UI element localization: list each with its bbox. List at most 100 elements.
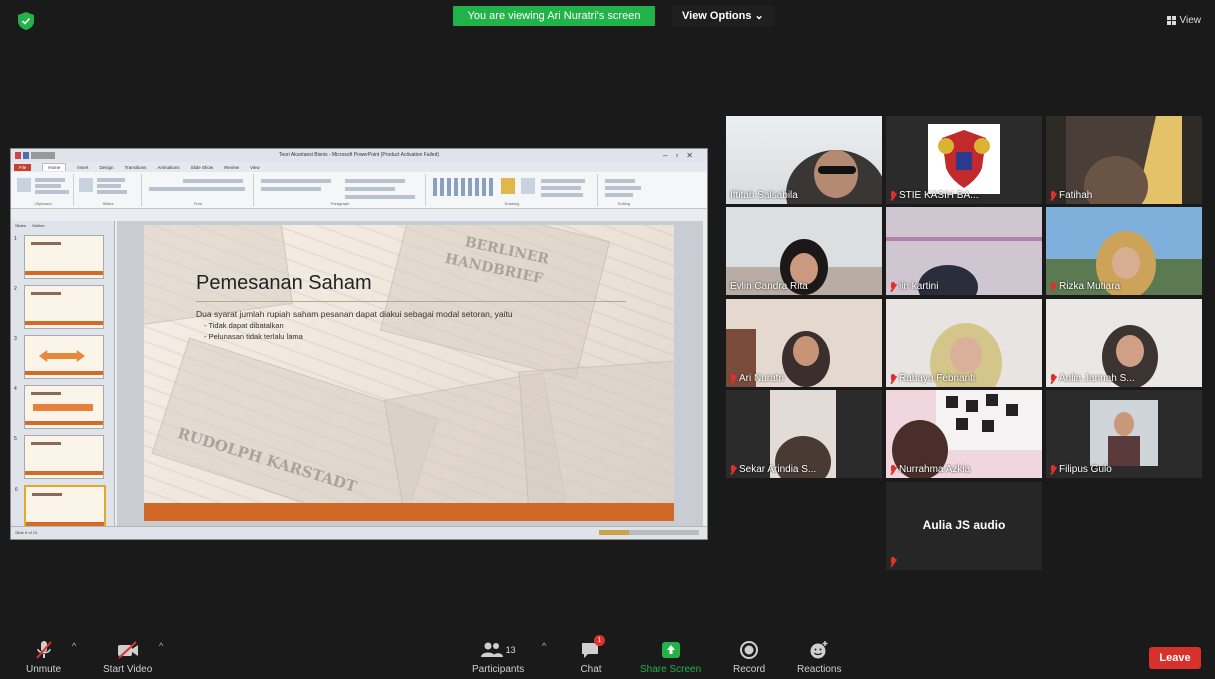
participant-tile[interactable]: Sekar Arindia S... [726, 390, 882, 478]
ppt-tab-file: File [14, 163, 32, 171]
viewing-screen-banner: You are viewing Ari Nuratri's screen [453, 6, 655, 26]
ribbon-group-clipboard: Clipboard [13, 174, 74, 206]
reactions-label: Reactions [797, 664, 842, 675]
participant-tile[interactable]: Nurrahma Azkia [886, 390, 1042, 478]
participant-tile[interactable]: Rahayu Febrianti [886, 299, 1042, 387]
muted-mic-icon [890, 557, 896, 567]
participant-name: Rahayu Febrianti [890, 373, 975, 384]
ribbon-group-slides: Slides [75, 174, 142, 206]
participant-name-text: Aulia Jannah S... [1059, 373, 1135, 384]
video-options-caret-icon[interactable]: ^ [159, 641, 163, 651]
ppt-tab-design: Design [99, 164, 114, 170]
participants-count: 13 [505, 645, 516, 655]
reactions-button[interactable]: Reactions [797, 639, 841, 675]
meeting-toolbar: Unmute ^ Start Video ^ 13 Participants ^… [0, 627, 1215, 679]
group-label-editing: Editing [617, 201, 631, 206]
ppt-tab-review: Review [224, 164, 239, 170]
group-label-font: Font [193, 201, 202, 206]
muted-mic-icon [1050, 373, 1056, 384]
ribbon-group-drawing: Drawing [427, 174, 598, 206]
chat-button[interactable]: 1 Chat [580, 635, 605, 675]
ppt-status-bar: Slide 6 of 10 [11, 526, 707, 539]
pane-tab-slides: Slides [15, 223, 26, 228]
participants-icon: 13 [480, 639, 516, 661]
slide-number: 1 [14, 236, 17, 242]
participant-tile[interactable]: Aulia Jannah S... [1046, 299, 1202, 387]
leave-button[interactable]: Leave [1149, 647, 1201, 669]
participant-tile-audio-only[interactable]: Aulia JS audio [886, 482, 1042, 570]
title-underline [196, 301, 626, 302]
muted-mic-icon [890, 373, 896, 384]
participant-name: Evlin Candra Rita [730, 281, 808, 292]
slide-thumbnail-3: 3 [14, 335, 104, 379]
participant-tile[interactable]: Filipus Gulo [1046, 390, 1202, 478]
participant-name-text: iin kartini [899, 281, 939, 292]
slide-thumbnail-1: 1 [14, 235, 104, 279]
ppt-ribbon-tabs: File Home Insert Design Transitions Anim… [11, 162, 707, 172]
group-label-paragraph: Paragraph [330, 201, 350, 206]
audio-options-caret-icon[interactable]: ^ [72, 641, 76, 651]
slides-pane-tabs: Slides Outline [11, 221, 114, 235]
ppt-tab-home: Home [42, 163, 67, 171]
participant-name: Nurrahma Azkia [890, 464, 970, 475]
participants-button[interactable]: 13 Participants [472, 639, 524, 675]
participant-tile[interactable]: Rizka Mutiara [1046, 207, 1202, 295]
participant-tile[interactable]: Iftitah Salsabila [726, 116, 882, 204]
share-screen-label: Share Screen [640, 664, 702, 675]
view-label: View [1179, 15, 1202, 26]
ppt-tab-animations: Animations [157, 164, 180, 170]
view-button[interactable]: View [1166, 15, 1202, 26]
muted-mic-icon [890, 464, 896, 475]
view-options-label: View Options [682, 10, 752, 22]
view-options-button[interactable]: View Options ⌄ [672, 6, 774, 26]
slide-body: Dua syarat jumlah rupiah saham pesanan d… [196, 309, 513, 342]
quick-access-toolbar [15, 152, 55, 159]
ppt-window-title: Teori Akuntansi Bisnis - Microsoft Power… [278, 152, 440, 158]
participant-name: Rizka Mutiara [1050, 281, 1120, 292]
participant-tile[interactable]: iin kartini [886, 207, 1042, 295]
unmute-button[interactable]: Unmute [26, 639, 61, 675]
group-label-slides: Slides [102, 201, 114, 206]
participant-name: Iftitah Salsabila [730, 190, 798, 201]
share-screen-icon [661, 639, 681, 661]
slide-thumbnail-2: 2 [14, 285, 104, 329]
slide-body-text: Dua syarat jumlah rupiah saham pesanan d… [196, 309, 513, 319]
security-shield-icon[interactable] [18, 12, 34, 30]
group-label-drawing: Drawing [504, 201, 520, 206]
participant-tile[interactable]: STIE KASIH BA... [886, 116, 1042, 204]
participants-options-caret-icon[interactable]: ^ [542, 641, 546, 651]
current-slide: BERLINER HANDBRIEF RUDOLPH KARSTADT Peme… [144, 225, 674, 521]
share-screen-button[interactable]: Share Screen [640, 639, 701, 675]
participant-name-text: Rizka Mutiara [1059, 281, 1121, 292]
window-controls: –▫✕ [663, 151, 701, 160]
muted-mic-icon [730, 464, 736, 475]
slide-thumbnail-5: 5 [14, 435, 104, 479]
muted-mic-icon [1050, 464, 1056, 475]
start-video-button[interactable]: Start Video [103, 639, 152, 675]
ribbon-group-paragraph: Paragraph [255, 174, 426, 206]
record-label: Record [733, 664, 766, 675]
record-button[interactable]: Record [733, 639, 765, 675]
participant-name: Filipus Gulo [1050, 464, 1112, 475]
participant-name: Fatihah [1050, 190, 1092, 201]
slide-bullet-1: - Tidak dapat dibatalkan [204, 321, 284, 330]
gallery-grid-icon [1166, 16, 1176, 25]
bullet-text: Pelunasan tidak terlalu lama [208, 332, 303, 341]
slide-footer-bar [144, 503, 674, 521]
participant-tile[interactable]: Ari Nuratri [726, 299, 882, 387]
pane-tab-outline: Outline [31, 223, 45, 228]
participant-name-text: Filipus Gulo [1059, 464, 1112, 475]
participant-name-large: Aulia JS audio [922, 518, 1006, 532]
chevron-down-icon: ⌄ [754, 10, 764, 22]
ppt-tab-transitions: Transitions [124, 164, 147, 170]
slide-editing-area: BERLINER HANDBRIEF RUDOLPH KARSTADT Peme… [117, 221, 703, 526]
unmute-label: Unmute [26, 664, 62, 675]
participant-tile[interactable]: Fatihah [1046, 116, 1202, 204]
slide-bullet-2: - Pelunasan tidak terlalu lama [204, 332, 303, 341]
participant-name-text: Fatihah [1059, 190, 1093, 201]
status-slide-count: Slide 6 of 10 [15, 530, 38, 535]
ppt-ribbon: Clipboard Slides Font Paragraph Drawing … [11, 172, 707, 209]
participant-tile-active-speaker[interactable]: Evlin Candra Rita [726, 207, 882, 295]
chat-bubble-icon: 1 [580, 635, 605, 661]
record-icon [739, 639, 759, 661]
